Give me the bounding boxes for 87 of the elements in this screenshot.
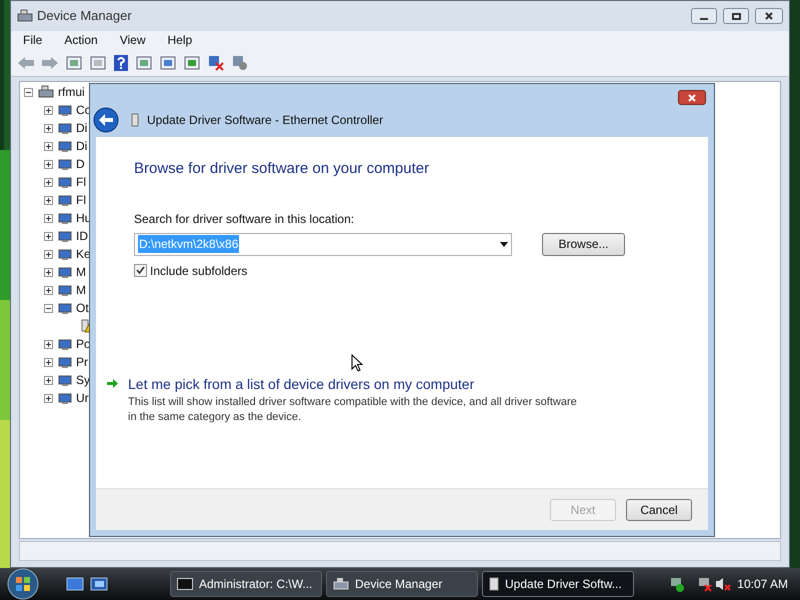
expander-icon[interactable]	[44, 142, 53, 150]
device-icon	[58, 194, 72, 206]
device-icon	[58, 266, 72, 278]
driver-icon	[131, 113, 139, 127]
maximize-button[interactable]	[723, 8, 749, 24]
device-icon	[58, 140, 72, 152]
expander-icon[interactable]	[44, 214, 53, 222]
expander-icon[interactable]	[44, 340, 53, 348]
menu-item[interactable]: View	[120, 31, 146, 49]
browse-button[interactable]: Browse...	[542, 232, 625, 256]
tree-item[interactable]: Di	[76, 119, 88, 137]
dropdown-icon[interactable]	[500, 242, 508, 246]
driver-icon	[489, 577, 499, 591]
network-disconnected-icon[interactable]	[697, 576, 714, 592]
option-description: This list will show installed driver software compatible with the device, and all driver software in the same category as the device.	[128, 394, 578, 424]
dialog-heading: Browse for driver software on your computer	[134, 159, 430, 179]
location-label: Search for driver software in this location:	[134, 210, 356, 228]
expander-icon[interactable]	[44, 286, 53, 294]
taskbar-button[interactable]: Update Driver Softw...	[482, 571, 634, 597]
expander-icon[interactable]	[24, 88, 33, 96]
device-icon	[58, 284, 72, 296]
expander-icon[interactable]	[44, 124, 53, 132]
tree-item[interactable]: Ur	[76, 389, 89, 407]
uninstall-icon[interactable]	[207, 54, 225, 70]
network-icon[interactable]	[669, 576, 686, 592]
device-icon	[58, 374, 72, 386]
window-title: Device Manager	[37, 7, 132, 26]
close-button[interactable]	[755, 8, 783, 24]
close-button[interactable]	[678, 90, 706, 105]
close-icon	[765, 12, 773, 20]
tree-item[interactable]: Fl	[76, 191, 86, 209]
taskbar-button[interactable]: Device Manager	[326, 571, 478, 597]
device-icon	[58, 302, 72, 314]
switch-windows-icon[interactable]	[90, 577, 108, 591]
expander-icon[interactable]	[44, 268, 53, 276]
dialog-button[interactable]: Cancel	[626, 498, 692, 520]
device-icon	[58, 248, 72, 260]
device-icon	[58, 338, 72, 350]
expander-icon[interactable]	[44, 160, 53, 168]
tree-item[interactable]: Fl	[76, 173, 86, 191]
option-link[interactable]: Let me pick from a list of device drivers on my computer	[128, 374, 578, 394]
minimize-button[interactable]	[691, 8, 717, 24]
clock[interactable]: 10:07 AM	[737, 575, 788, 593]
expander-icon[interactable]	[44, 358, 53, 366]
menu-item[interactable]: Action	[64, 31, 98, 49]
device-icon	[58, 158, 72, 170]
device-icon	[58, 212, 72, 224]
taskbar-button[interactable]: Administrator: C:\W...	[170, 571, 322, 597]
device-icon	[58, 230, 72, 242]
expander-icon[interactable]	[44, 196, 53, 204]
expander-icon[interactable]	[44, 376, 53, 384]
tree-item[interactable]: Di	[76, 137, 88, 155]
device-icon	[58, 176, 72, 188]
menu-item[interactable]: Help	[168, 31, 192, 49]
checkbox[interactable]	[134, 264, 147, 277]
show-desktop-icon[interactable]	[66, 577, 84, 591]
tree-item[interactable]: ID	[76, 227, 88, 245]
dialog-title: Update Driver Software - Ethernet Controller	[147, 112, 384, 129]
back-button[interactable]	[93, 107, 119, 133]
checkbox-label[interactable]: Include subfolders	[150, 262, 248, 280]
tree-item[interactable]: rfmui	[58, 83, 85, 101]
expander-icon[interactable]	[44, 394, 53, 402]
console-icon	[177, 578, 193, 590]
help-icon[interactable]	[113, 54, 129, 72]
tree-item[interactable]: Ot	[76, 299, 89, 317]
computer-icon	[38, 85, 54, 99]
close-icon	[688, 94, 696, 102]
tree-item[interactable]: M	[76, 263, 86, 281]
arrow-icon	[106, 378, 119, 388]
mouse-cursor-icon	[351, 354, 363, 372]
tree-item[interactable]: Pr	[76, 353, 88, 371]
muted-speaker-icon[interactable]	[715, 576, 732, 592]
computer-icon	[17, 9, 33, 23]
tree-item[interactable]: M	[76, 281, 86, 299]
expander-icon[interactable]	[44, 178, 53, 186]
computer-icon	[333, 577, 349, 591]
menu-item[interactable]: File	[23, 31, 42, 49]
expander-icon[interactable]	[44, 232, 53, 240]
expander-icon[interactable]	[44, 250, 53, 258]
device-icon	[58, 122, 72, 134]
tree-item[interactable]: D	[76, 155, 85, 173]
expander-icon[interactable]	[44, 106, 53, 114]
device-icon	[58, 356, 72, 368]
tree-item[interactable]: Sy	[76, 371, 90, 389]
expander-icon[interactable]	[44, 304, 53, 312]
device-icon	[58, 104, 72, 116]
device-icon	[58, 392, 72, 404]
